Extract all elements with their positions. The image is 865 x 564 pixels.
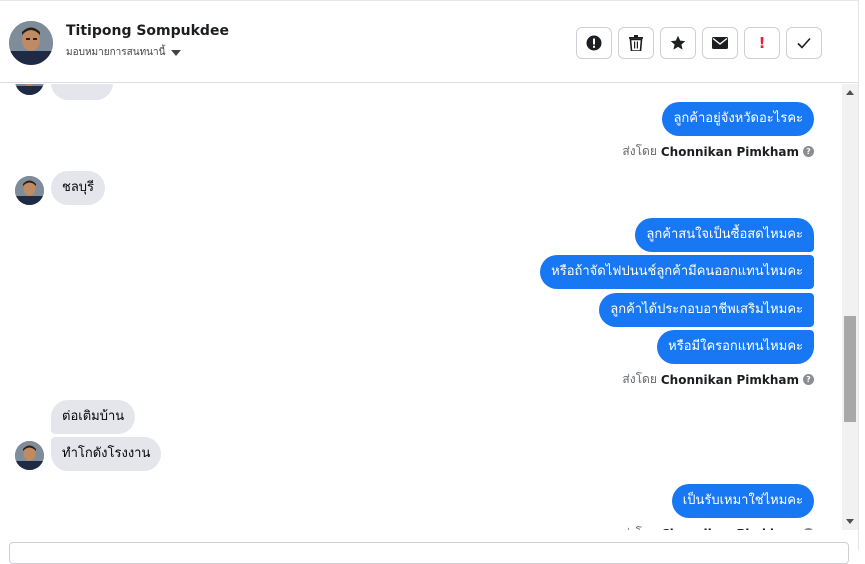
- envelope-icon: [712, 37, 728, 49]
- assign-label: มอบหมายการสนทนานี้: [66, 47, 166, 58]
- star-icon: [670, 35, 686, 50]
- contact-avatar-small: [15, 84, 44, 95]
- sent-by-prefix: ส่งโดย: [622, 372, 657, 386]
- message-composer[interactable]: [9, 542, 849, 564]
- trash-icon: [629, 35, 643, 51]
- message-bubble-outgoing[interactable]: ลูกค้าสนใจเป็นซื้อสดไหมคะ: [635, 218, 814, 252]
- delete-button[interactable]: [618, 27, 654, 59]
- help-icon[interactable]: ?: [803, 374, 814, 385]
- exclamation-icon: !: [758, 34, 766, 52]
- help-icon[interactable]: ?: [803, 528, 814, 530]
- vertical-scrollbar[interactable]: [842, 84, 858, 530]
- sent-by-agent: Chonnikan Pimkham: [660, 372, 799, 387]
- scrollbar-thumb[interactable]: [844, 316, 856, 422]
- star-button[interactable]: [660, 27, 696, 59]
- caret-down-icon: [171, 49, 182, 56]
- sent-by-label: ส่งโดย Chonnikan Pimkham ?: [622, 142, 814, 161]
- contact-name[interactable]: Titipong Sompukdee: [66, 23, 229, 39]
- message-bubble-incoming[interactable]: [51, 84, 113, 100]
- contact-avatar[interactable]: [9, 21, 53, 65]
- message-bubble-outgoing[interactable]: เป็นรับเหมาใช่ไหมคะ: [671, 484, 814, 518]
- alert-circle-icon: [586, 35, 602, 51]
- sent-by-label: ส่งโดย Chonnikan Pimkham ?: [622, 370, 814, 389]
- mark-done-button[interactable]: [786, 27, 822, 59]
- sent-by-label: ส่งโดย Chonnikan Pimkham ?: [622, 524, 814, 530]
- sent-by-agent: Chonnikan Pimkham: [661, 527, 799, 531]
- report-spam-button[interactable]: [576, 27, 612, 59]
- mark-unread-button[interactable]: [702, 27, 738, 59]
- contact-avatar-small: [15, 176, 44, 205]
- window-edge: [858, 0, 865, 550]
- message-bubble-outgoing[interactable]: ลูกค้าได้ประกอบอาชีพเสริมไหมคะ: [599, 293, 814, 327]
- message-bubble-outgoing[interactable]: หรือมีใครอกแทนไหมคะ: [657, 330, 814, 364]
- scroll-down-arrow-icon[interactable]: [846, 519, 854, 524]
- conversation-actions: !: [576, 27, 822, 59]
- assign-conversation-dropdown[interactable]: มอบหมายการสนทนานี้: [66, 45, 182, 60]
- checkmark-icon: [797, 37, 811, 49]
- sent-by-prefix: ส่งโดย: [622, 144, 657, 158]
- contact-avatar-small: [15, 441, 44, 470]
- message-bubble-incoming[interactable]: ต่อเติมบ้าน: [51, 400, 136, 434]
- help-icon[interactable]: ?: [803, 146, 814, 157]
- conversation-header: Titipong Sompukdee มอบหมายการสนทนานี้ !: [0, 0, 858, 83]
- message-thread[interactable]: ลูกค้าอยู่จังหวัดอะไรคะ ส่งโดย Chonnikan…: [0, 84, 842, 530]
- message-bubble-outgoing[interactable]: ลูกค้าอยู่จังหวัดอะไรคะ: [662, 102, 814, 136]
- scroll-up-arrow-icon[interactable]: [846, 90, 854, 95]
- sent-by-agent: Chonnikan Pimkham: [660, 144, 799, 159]
- sent-by-prefix: ส่งโดย: [622, 524, 656, 530]
- message-bubble-incoming[interactable]: ชลบุรี: [51, 171, 106, 205]
- message-bubble-incoming[interactable]: ทำโกดังโรงงาน: [51, 437, 162, 471]
- follow-up-button[interactable]: !: [744, 27, 780, 59]
- message-bubble-outgoing[interactable]: หรือถ้าจัดไฟปนนช์ลูกค้ามีคนออกแทนไหมคะ: [540, 255, 814, 289]
